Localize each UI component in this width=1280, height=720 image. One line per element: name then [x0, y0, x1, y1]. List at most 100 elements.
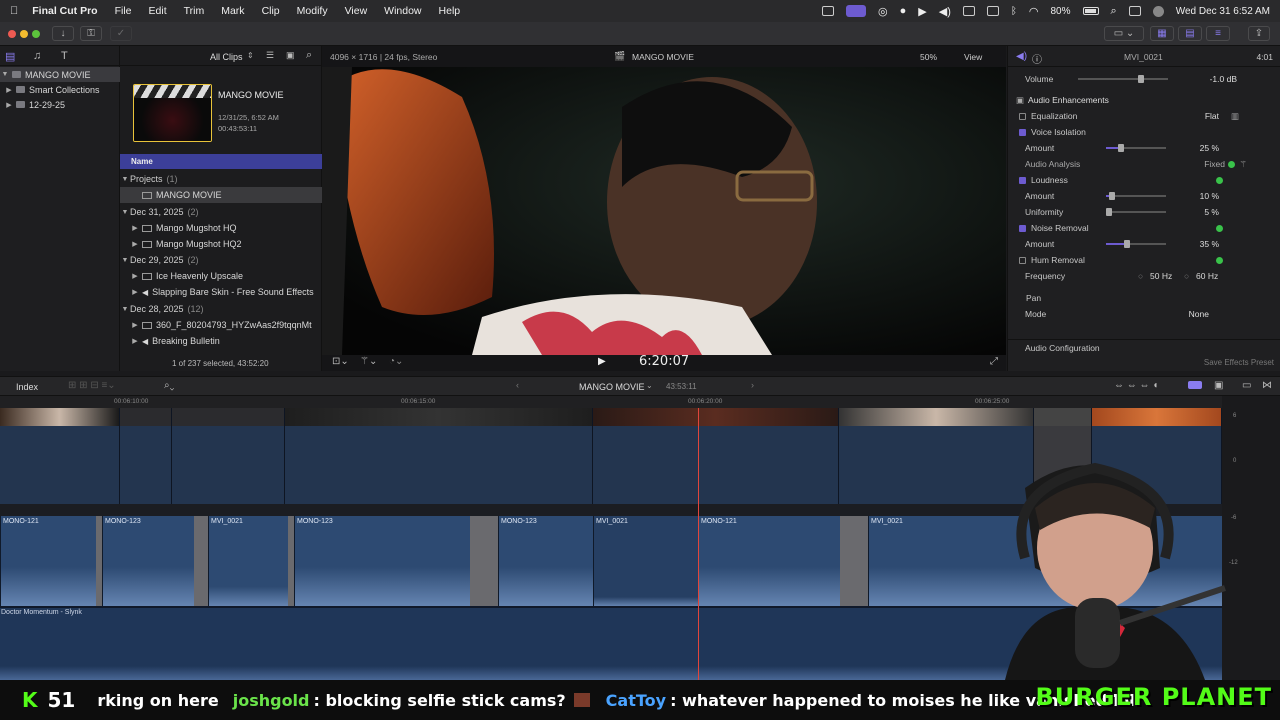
pan-header[interactable]: Pan: [1008, 290, 1280, 306]
menu-window[interactable]: Window: [384, 5, 421, 17]
list-item[interactable]: ▶ Mango Mugshot HQ: [120, 220, 322, 236]
skimming-icon[interactable]: [1188, 381, 1202, 389]
video-clip[interactable]: [593, 408, 839, 504]
edit-tools-icon[interactable]: ⊞ ⊞ ⊟ ≡⌄: [68, 380, 116, 391]
workspace-icon[interactable]: ▭ ⌄: [1104, 26, 1144, 41]
eq-graph-icon[interactable]: ▥: [1231, 111, 1239, 122]
timeline-project-name[interactable]: MANGO MOVIE: [579, 382, 645, 392]
magic-wand-icon[interactable]: ⚚: [1239, 159, 1247, 170]
timeline-ruler[interactable]: 00:06:10:00 00:06:15:00 00:06:20:00 00:0…: [0, 396, 1222, 408]
playhead[interactable]: [698, 408, 699, 680]
bluetooth-icon[interactable]: ᛒ: [1011, 6, 1017, 17]
disclosure-open-icon[interactable]: ▼: [120, 209, 130, 216]
audio-clip[interactable]: MVI_0021: [208, 516, 288, 606]
viewer-timecode[interactable]: 6:20:07: [639, 354, 689, 369]
magic-wand-icon[interactable]: ⚚⌄: [360, 356, 377, 367]
zoom-dropdown[interactable]: 50%: [920, 52, 937, 62]
play-icon[interactable]: ▶: [598, 356, 606, 367]
menu-view[interactable]: View: [345, 5, 368, 17]
menu-clock[interactable]: Wed Dec 31 6:52 AM: [1176, 6, 1270, 17]
browser-toggle-icon[interactable]: ▦: [1150, 26, 1174, 41]
search-icon[interactable]: ⌕: [1111, 5, 1117, 18]
gap-clip[interactable]: [470, 516, 498, 606]
audio-clip[interactable]: MONO-123: [498, 516, 593, 606]
list-view-icon[interactable]: ☰: [266, 50, 274, 61]
freq-50-radio[interactable]: ○: [1138, 271, 1143, 281]
menu-help[interactable]: Help: [439, 5, 461, 17]
smart-collections-item[interactable]: ▶ Smart Collections: [0, 82, 120, 97]
photos-tab-icon[interactable]: ♫: [33, 50, 41, 62]
timeline-toggle-icon[interactable]: ▤: [1178, 26, 1202, 41]
view-dropdown[interactable]: View: [964, 52, 982, 62]
disclosure-closed-icon[interactable]: ▶: [130, 240, 140, 248]
loudness-amount-slider[interactable]: [1106, 192, 1166, 200]
group-header[interactable]: ▼ Projects (1): [120, 171, 322, 187]
video-clip[interactable]: [120, 408, 172, 504]
clip-appearance-icon[interactable]: ▣: [286, 50, 295, 61]
disclosure-open-icon[interactable]: ▼: [120, 176, 130, 183]
close-button[interactable]: [8, 30, 16, 38]
timeline-tools-icon[interactable]: ⇔ ⇔ ⇔ ◖: [1114, 380, 1158, 391]
uniformity-slider[interactable]: [1106, 208, 1166, 216]
save-effects-preset-button[interactable]: Save Effects Preset: [1204, 358, 1274, 367]
menu-edit[interactable]: Edit: [149, 5, 167, 17]
gap-clip[interactable]: [194, 516, 208, 606]
uniformity-value[interactable]: 5 %: [1204, 207, 1219, 217]
video-clip[interactable]: [285, 408, 593, 504]
info-tab-icon[interactable]: ⓘ: [1032, 51, 1042, 66]
column-header-name[interactable]: Name: [120, 154, 322, 169]
inspector-toggle-icon[interactable]: ≡: [1206, 26, 1230, 41]
group-header[interactable]: ▼ Dec 28, 2025 (12): [120, 301, 322, 317]
libraries-tab-icon[interactable]: ▤: [5, 50, 15, 63]
speed-icon[interactable]: ◔⌄: [389, 356, 403, 367]
list-item[interactable]: ▶ ◀ Slapping Bare Skin - Free Sound Effe…: [120, 284, 322, 300]
audio-clip[interactable]: MONO-123: [294, 516, 470, 606]
clip-filter-dropdown[interactable]: All Clips: [210, 52, 243, 62]
noise-removal-checkbox[interactable]: [1019, 224, 1026, 232]
menu-modify[interactable]: Modify: [297, 5, 328, 17]
menu-file[interactable]: File: [115, 5, 132, 17]
group-header[interactable]: ▼ Dec 29, 2025 (2): [120, 252, 322, 268]
pan-mode-dropdown[interactable]: None: [1189, 309, 1209, 319]
control-center-icon[interactable]: [1128, 6, 1141, 16]
transform-icon[interactable]: ⊡⌄: [332, 356, 349, 367]
stage-manager-icon[interactable]: [846, 5, 867, 17]
siri-icon[interactable]: [1152, 5, 1164, 17]
audio-tab-icon[interactable]: ◀): [1016, 51, 1027, 62]
titles-tab-icon[interactable]: T: [61, 50, 68, 62]
volume-slider[interactable]: [1078, 75, 1168, 83]
equalization-dropdown[interactable]: Flat: [1205, 111, 1219, 121]
keywords-icon[interactable]: ⚿: [80, 26, 102, 41]
volume-value[interactable]: -1.0 dB: [1210, 74, 1237, 84]
loudness-checkbox[interactable]: [1019, 176, 1026, 184]
menu-trim[interactable]: Trim: [184, 5, 205, 17]
gap-clip[interactable]: [840, 516, 868, 606]
zoom-button[interactable]: [32, 30, 40, 38]
play-circle-icon[interactable]: ▶: [918, 5, 926, 18]
disclosure-open-icon[interactable]: ▼: [120, 257, 130, 264]
effects-browser-icon[interactable]: ▭: [1242, 380, 1251, 391]
list-item[interactable]: ▶ Mango Mugshot HQ2: [120, 236, 322, 252]
wifi-icon[interactable]: ◠: [1029, 5, 1039, 18]
audio-enhancements-header[interactable]: ▣ Audio Enhancements: [1008, 92, 1280, 108]
list-item[interactable]: ▶ ◀ Breaking Bulletin: [120, 333, 322, 349]
equalization-checkbox[interactable]: [1019, 112, 1026, 120]
minimize-button[interactable]: [20, 30, 28, 38]
forward-arrow-icon[interactable]: ›: [751, 380, 754, 390]
library-item[interactable]: ▼ MANGO MOVIE: [0, 67, 120, 82]
fullscreen-icon[interactable]: ⤢: [990, 356, 998, 367]
noise-amount-value[interactable]: 35 %: [1200, 239, 1219, 249]
share-icon[interactable]: ⇪: [1248, 26, 1270, 41]
audio-clip[interactable]: MONO-123: [102, 516, 194, 606]
audio-config-row[interactable]: Audio Configuration: [1008, 339, 1280, 355]
disclosure-closed-icon[interactable]: ▶: [130, 224, 140, 232]
disclosure-closed-icon[interactable]: ▶: [4, 101, 14, 109]
audio-clip[interactable]: MONO-121: [698, 516, 840, 606]
browser-search-icon[interactable]: ⌕: [306, 49, 312, 62]
video-clip[interactable]: [0, 408, 120, 504]
audio-clip[interactable]: MONO-121: [0, 516, 96, 606]
zoom-tool-icon[interactable]: ⌕⌄: [164, 380, 174, 391]
volume-icon[interactable]: ◀): [939, 5, 951, 18]
vi-amount-value[interactable]: 25 %: [1200, 143, 1219, 153]
disclosure-closed-icon[interactable]: ▶: [130, 288, 140, 296]
